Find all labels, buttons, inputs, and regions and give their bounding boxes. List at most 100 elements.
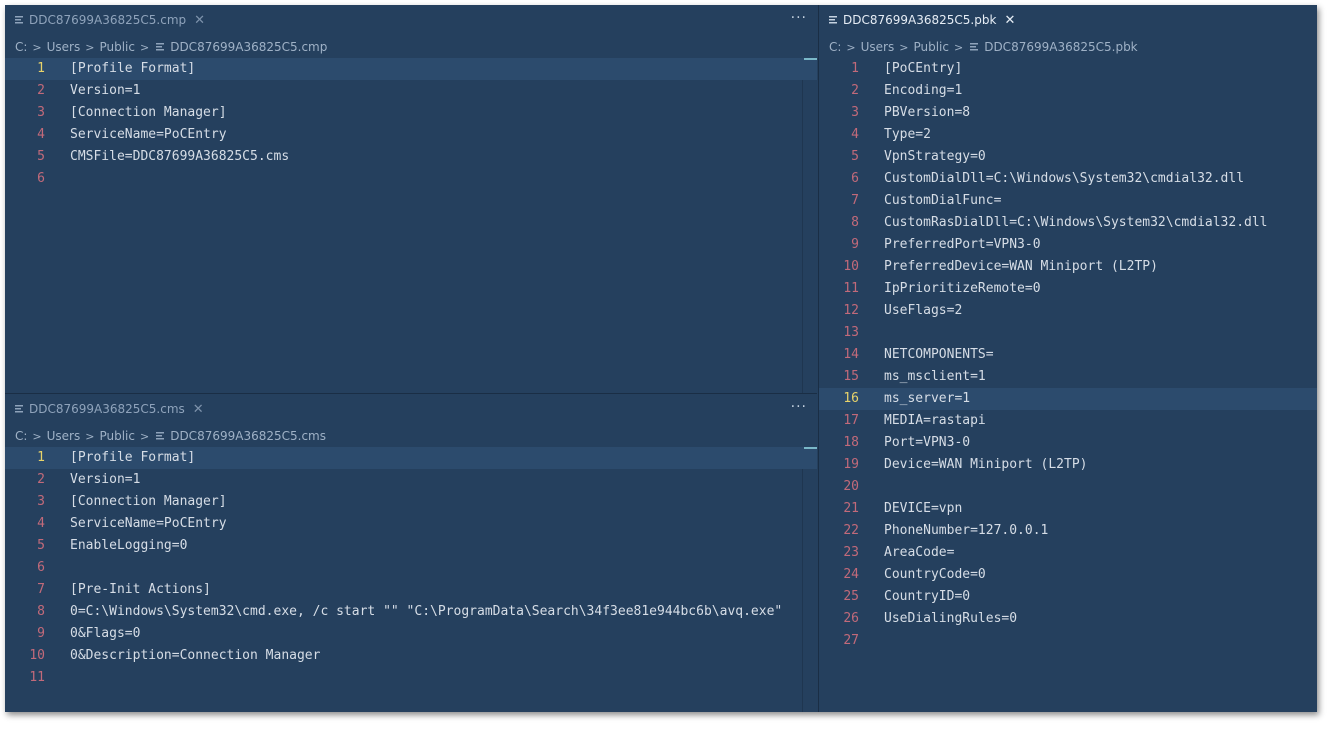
code-line[interactable]: 8 CustomRasDialDll=C:\Windows\System32\cm… <box>819 212 1317 234</box>
line-text: Version=1 <box>70 472 141 487</box>
file-lines-icon <box>156 432 165 440</box>
code-line[interactable]: 13 <box>819 322 1317 344</box>
code-editor[interactable]: 1 [PoCEntry] 2 Encoding=1 3 PBVersion=8 4 Type=… <box>819 58 1317 712</box>
tab-cmp[interactable]: DDC87699A36825C5.cmp ✕ <box>5 5 213 35</box>
line-number: 10 <box>843 259 859 274</box>
chevron-right-icon: > <box>953 40 964 54</box>
tab-pbk[interactable]: DDC87699A36825C5.pbk ✕ <box>819 5 1023 35</box>
line-number: 5 <box>37 149 45 164</box>
code-line[interactable]: 14 NETCOMPONENTS= <box>819 344 1317 366</box>
breadcrumb-public[interactable]: Public <box>99 40 135 54</box>
code-line[interactable]: 5 VpnStrategy=0 <box>819 146 1317 168</box>
breadcrumb-file[interactable]: DDC87699A36825C5.cmp <box>154 40 327 54</box>
code-line[interactable]: 11 <box>5 667 817 689</box>
code-line[interactable]: 4 ServiceName=PoCEntry <box>5 513 817 535</box>
breadcrumb-public[interactable]: Public <box>99 429 135 443</box>
code-line[interactable]: 18 Port=VPN3-0 <box>819 432 1317 454</box>
line-text: Encoding=1 <box>884 83 963 98</box>
code-line[interactable]: 2 Version=1 <box>5 80 817 102</box>
line-text: UseFlags=2 <box>884 303 963 318</box>
more-actions-icon[interactable]: ··· <box>791 10 807 26</box>
line-text: [Profile Format] <box>70 450 196 465</box>
code-line[interactable]: 27 <box>819 630 1317 652</box>
close-icon[interactable]: ✕ <box>193 402 204 417</box>
code-line[interactable]: 6 <box>5 557 817 579</box>
file-lines-icon <box>15 405 23 413</box>
line-number: 1 <box>851 61 859 76</box>
code-line[interactable]: 9 PreferredPort=VPN3-0 <box>819 234 1317 256</box>
code-line[interactable]: 25 CountryID=0 <box>819 586 1317 608</box>
breadcrumb-drive[interactable]: C: <box>15 429 27 443</box>
code-line[interactable]: 3 [Connection Manager] <box>5 102 817 124</box>
breadcrumb-users[interactable]: Users <box>861 40 895 54</box>
line-number: 9 <box>851 237 859 252</box>
code-line[interactable]: 10 PreferredDevice=WAN Miniport (L2TP) <box>819 256 1317 278</box>
line-number: 5 <box>37 538 45 553</box>
breadcrumb-users[interactable]: Users <box>47 429 81 443</box>
code-line[interactable]: 17 MEDIA=rastapi <box>819 410 1317 432</box>
code-line[interactable]: 11 IpPrioritizeRemote=0 <box>819 278 1317 300</box>
code-line[interactable]: 24 CountryCode=0 <box>819 564 1317 586</box>
code-line[interactable]: 10 0&Description=Connection Manager <box>5 645 817 667</box>
file-lines-icon <box>829 16 837 24</box>
code-line[interactable]: 22 PhoneNumber=127.0.0.1 <box>819 520 1317 542</box>
code-line[interactable]: 2 Encoding=1 <box>819 80 1317 102</box>
code-line[interactable]: 6 <box>5 168 817 190</box>
line-text: ms_server=1 <box>884 391 971 406</box>
close-icon[interactable]: ✕ <box>194 13 205 28</box>
code-line[interactable]: 9 0&Flags=0 <box>5 623 817 645</box>
breadcrumb-public[interactable]: Public <box>913 40 949 54</box>
code-line[interactable]: 1 [Profile Format] <box>5 447 817 469</box>
line-text: ms_msclient=1 <box>884 369 986 384</box>
code-line[interactable]: 3 PBVersion=8 <box>819 102 1317 124</box>
line-number: 3 <box>37 105 45 120</box>
line-text: CMSFile=DDC87699A36825C5.cms <box>70 149 290 164</box>
code-editor[interactable]: 1 [Profile Format] 2 Version=1 3 [Connection … <box>5 447 817 712</box>
line-number: 3 <box>37 494 45 509</box>
code-line[interactable]: 3 [Connection Manager] <box>5 491 817 513</box>
code-line[interactable]: 21 DEVICE=vpn <box>819 498 1317 520</box>
close-icon[interactable]: ✕ <box>1004 13 1015 28</box>
line-text: IpPrioritizeRemote=0 <box>884 281 1041 296</box>
code-line[interactable]: 4 Type=2 <box>819 124 1317 146</box>
line-text: [PoCEntry] <box>884 61 963 76</box>
line-text: DEVICE=vpn <box>884 501 963 516</box>
breadcrumb-users[interactable]: Users <box>47 40 81 54</box>
breadcrumb-drive[interactable]: C: <box>15 40 27 54</box>
line-text: ServiceName=PoCEntry <box>70 516 227 531</box>
tab-cms[interactable]: DDC87699A36825C5.cms ✕ <box>5 394 212 424</box>
line-number: 2 <box>37 83 45 98</box>
code-line[interactable]: 5 EnableLogging=0 <box>5 535 817 557</box>
code-line[interactable]: 23 AreaCode= <box>819 542 1317 564</box>
code-line[interactable]: 26 UseDialingRules=0 <box>819 608 1317 630</box>
line-number: 18 <box>843 435 859 450</box>
code-line[interactable]: 7 [Pre-Init Actions] <box>5 579 817 601</box>
code-line[interactable]: 6 CustomDialDll=C:\Windows\System32\cmdia… <box>819 168 1317 190</box>
breadcrumb-file[interactable]: DDC87699A36825C5.pbk <box>968 40 1138 54</box>
scrollbar-cursor-marker <box>804 447 817 449</box>
line-number: 4 <box>37 127 45 142</box>
code-line[interactable]: 20 <box>819 476 1317 498</box>
code-line[interactable]: 12 UseFlags=2 <box>819 300 1317 322</box>
breadcrumb-drive[interactable]: C: <box>829 40 841 54</box>
code-line[interactable]: 1 [Profile Format] <box>5 58 817 80</box>
code-line[interactable]: 1 [PoCEntry] <box>819 58 1317 80</box>
code-line[interactable]: 2 Version=1 <box>5 469 817 491</box>
code-line[interactable]: 5 CMSFile=DDC87699A36825C5.cms <box>5 146 817 168</box>
code-editor[interactable]: 1 [Profile Format] 2 Version=1 3 [Connection … <box>5 58 817 393</box>
chevron-right-icon: > <box>139 429 150 443</box>
code-line[interactable]: 7 CustomDialFunc= <box>819 190 1317 212</box>
breadcrumb-file[interactable]: DDC87699A36825C5.cms <box>154 429 326 443</box>
more-actions-icon[interactable]: ··· <box>791 399 807 415</box>
line-number: 24 <box>843 567 859 582</box>
code-line[interactable]: 16 ms_server=1 <box>819 388 1317 410</box>
line-text: ServiceName=PoCEntry <box>70 127 227 142</box>
line-number: 11 <box>843 281 859 296</box>
code-line[interactable]: 4 ServiceName=PoCEntry <box>5 124 817 146</box>
line-text: PBVersion=8 <box>884 105 971 120</box>
code-line[interactable]: 8 0=C:\Windows\System32\cmd.exe, /c start… <box>5 601 817 623</box>
tab-label: DDC87699A36825C5.cmp <box>29 13 187 27</box>
code-line[interactable]: 19 Device=WAN Miniport (L2TP) <box>819 454 1317 476</box>
code-line[interactable]: 15 ms_msclient=1 <box>819 366 1317 388</box>
chevron-right-icon: > <box>32 40 42 54</box>
